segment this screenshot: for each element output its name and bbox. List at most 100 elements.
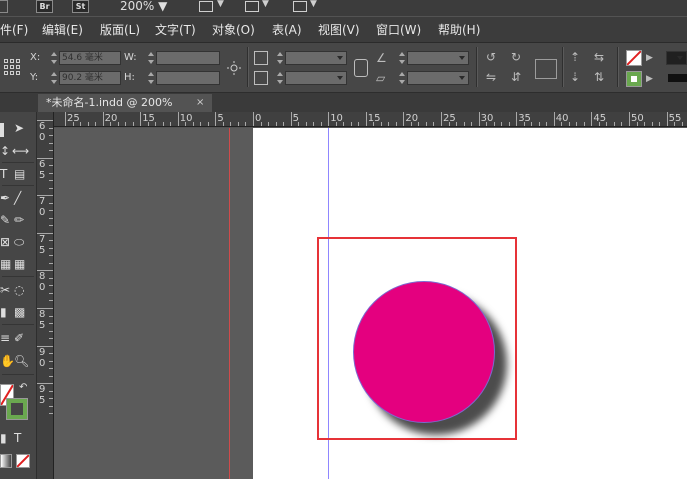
type-tool-partial-icon[interactable]: T xyxy=(0,168,7,180)
link-scale-icon[interactable] xyxy=(354,59,368,77)
menu-type[interactable]: 文字(T) xyxy=(155,23,196,37)
ruler-tick-label-digit: 5 xyxy=(39,320,46,331)
width-field[interactable] xyxy=(156,51,220,65)
rotate-cw-icon[interactable]: ↻ xyxy=(511,51,521,63)
zoom-tool-icon[interactable]: 🔍︎ xyxy=(14,355,29,367)
direct-selection-tool-icon[interactable]: ➤ xyxy=(14,122,24,134)
menu-file[interactable]: 件(F) xyxy=(0,23,28,37)
fill-none-swatch[interactable] xyxy=(626,50,642,66)
ruler-major-tick xyxy=(478,112,480,126)
ruler-minor-tick xyxy=(192,122,194,126)
swap-fill-stroke-icon[interactable]: ↶ xyxy=(19,382,27,394)
notes-tool-icon[interactable]: ▤ xyxy=(14,168,25,180)
scale-x-dropdown[interactable] xyxy=(285,51,347,65)
menu-view[interactable]: 视图(V) xyxy=(318,23,360,37)
width-label: W: xyxy=(124,52,137,63)
pencil-tool-icon[interactable]: ✏ xyxy=(14,214,24,226)
gap-tool-icon[interactable]: ⟷ xyxy=(12,145,29,157)
flip-horizontal-icon[interactable]: ⇋ xyxy=(486,71,496,83)
view-options-icon[interactable] xyxy=(199,1,213,12)
y-stepper[interactable] xyxy=(50,71,57,85)
ruler-minor-tick xyxy=(49,338,53,340)
fill-arrow-icon[interactable]: ▶ xyxy=(646,52,653,64)
pen-tool-icon[interactable]: ✒ xyxy=(0,192,10,204)
rotate-angle-dropdown[interactable] xyxy=(407,51,469,65)
height-stepper[interactable] xyxy=(147,71,154,85)
ruler-tick-label: 9 xyxy=(39,346,46,358)
grid-tool-icon[interactable]: ▦ xyxy=(0,258,11,270)
ruler-minor-tick xyxy=(162,122,164,126)
formatting-container-icon[interactable]: ▮ xyxy=(0,432,7,444)
table-tool-icon[interactable]: ▦ xyxy=(14,258,25,270)
stroke-swatch-tool[interactable] xyxy=(6,398,28,420)
rotate-ccw-icon[interactable]: ↺ xyxy=(486,51,496,63)
screen-mode-icon[interactable] xyxy=(245,1,259,12)
x-position-field[interactable]: 54.6 毫米 xyxy=(59,51,121,65)
select-content-icon[interactable]: ⇣ xyxy=(570,71,580,83)
stroke-type-preview[interactable] xyxy=(668,74,687,82)
select-previous-icon[interactable]: ⇆ xyxy=(594,51,604,63)
page-tool-icon[interactable]: ↕ xyxy=(0,145,10,157)
select-next-icon[interactable]: ⇅ xyxy=(594,71,604,83)
apply-none-button[interactable] xyxy=(16,454,30,468)
reference-point-icon[interactable] xyxy=(3,58,21,76)
width-stepper[interactable] xyxy=(147,51,154,65)
apply-color-button[interactable] xyxy=(0,454,12,468)
stroke-arrow-icon[interactable]: ▶ xyxy=(646,73,653,85)
gradient-feather-tool-icon[interactable]: ▩ xyxy=(14,306,25,318)
close-tab-icon[interactable]: × xyxy=(196,94,204,112)
constrain-proportions-icon[interactable] xyxy=(226,61,242,75)
vertical-ruler[interactable]: 6065707580859095 xyxy=(37,112,54,479)
flip-vertical-icon[interactable]: ⇵ xyxy=(511,71,521,83)
height-field[interactable] xyxy=(156,71,220,85)
free-transform-tool-icon[interactable]: ◌ xyxy=(14,284,24,296)
rectangle-frame-tool-icon[interactable]: ⊠ xyxy=(0,236,10,248)
ruler-minor-tick xyxy=(456,122,458,126)
tool-divider xyxy=(2,374,34,375)
horizontal-ruler[interactable]: 25 20 15 10 5 0 5 10 15 20 25 30 35 40 45 50 55 xyxy=(54,112,687,127)
ruler-minor-tick xyxy=(313,122,315,126)
ruler-tick-label: 7 xyxy=(39,196,46,208)
formatting-text-icon[interactable]: T xyxy=(14,432,21,444)
stock-button[interactable]: St xyxy=(72,0,89,13)
ruler-minor-tick xyxy=(49,135,53,137)
ellipse-tool-icon[interactable]: ⬭ xyxy=(14,236,24,248)
menu-edit[interactable]: 编辑(E) xyxy=(42,23,83,37)
menu-table[interactable]: 表(A) xyxy=(272,23,302,37)
scale-x-stepper[interactable] xyxy=(276,51,283,65)
menu-layout[interactable]: 版面(L) xyxy=(100,23,140,37)
chevron-down-icon[interactable]: ▼ xyxy=(217,0,224,9)
scissors-tool-icon[interactable]: ✂ xyxy=(0,284,10,296)
gradient-swatch-tool-icon[interactable]: ▮ xyxy=(0,306,7,318)
arrange-documents-icon[interactable] xyxy=(293,1,307,12)
menu-object[interactable]: 对象(O) xyxy=(212,23,255,37)
ruler-minor-tick xyxy=(298,122,300,126)
line-tool-icon[interactable]: ╱ xyxy=(14,192,21,204)
app-logo-icon[interactable] xyxy=(0,0,8,13)
ruler-minor-tick xyxy=(538,122,540,126)
rotate-stepper[interactable] xyxy=(398,51,405,65)
stroke-swatch[interactable] xyxy=(626,71,642,87)
eyedropper-tool-icon[interactable]: ✐ xyxy=(14,332,24,344)
anchor-tool-icon[interactable]: ✎ xyxy=(0,214,10,226)
stroke-weight-dropdown[interactable] xyxy=(666,51,687,65)
chevron-down-icon[interactable]: ▼ xyxy=(310,0,317,9)
hand-tool-icon[interactable]: ✋ xyxy=(0,355,15,367)
chevron-down-icon[interactable]: ▼ xyxy=(262,0,269,9)
shear-stepper[interactable] xyxy=(398,71,405,85)
select-container-icon[interactable]: ⇡ xyxy=(570,51,580,63)
note-tool-icon[interactable]: ≡ xyxy=(0,332,10,344)
scale-y-dropdown[interactable] xyxy=(285,71,347,85)
scale-x-icon xyxy=(254,51,268,65)
y-position-field[interactable]: 90.2 毫米 xyxy=(59,71,121,85)
zoom-level-select[interactable]: 200% ▼ xyxy=(120,0,167,12)
menu-window[interactable]: 窗口(W) xyxy=(376,23,421,37)
document-tab[interactable]: *未命名-1.indd @ 200% xyxy=(38,94,212,112)
menu-help[interactable]: 帮助(H) xyxy=(438,23,480,37)
ellipse-object[interactable] xyxy=(353,281,495,423)
menu-bar: 件(F) 编辑(E) 版面(L) 文字(T) 对象(O) 表(A) 视图(V) … xyxy=(0,17,687,43)
bridge-button[interactable]: Br xyxy=(36,0,53,13)
scale-y-stepper[interactable] xyxy=(276,71,283,85)
shear-angle-dropdown[interactable] xyxy=(407,71,469,85)
x-stepper[interactable] xyxy=(50,51,57,65)
